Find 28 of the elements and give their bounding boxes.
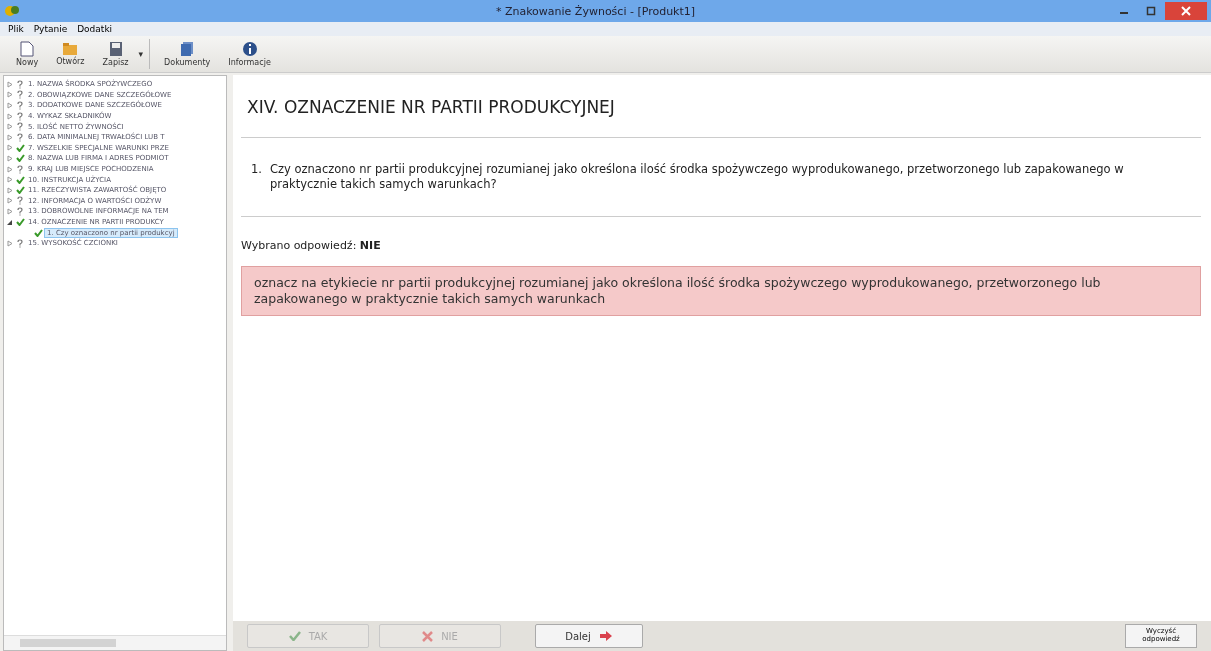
app-icon <box>4 3 20 19</box>
toolbar-button[interactable]: Otwórz <box>48 40 93 68</box>
menu-item[interactable]: Dodatki <box>77 24 113 34</box>
close-icon <box>1181 6 1191 16</box>
section-title: XIV. OZNACZENIE NR PARTII PRODUKCYJNEJ <box>247 97 616 117</box>
question-number: 1. <box>251 162 262 178</box>
folder-icon <box>62 42 79 56</box>
menu-item[interactable]: Plik <box>8 24 24 34</box>
selected-answer: Wybrano odpowiedź: NIE <box>241 238 382 252</box>
toolbar-button[interactable]: Zapisz <box>94 39 137 69</box>
next-button[interactable]: Dalej <box>535 624 643 648</box>
recommendation-box: oznacz na etykiecie nr partii produkcyjnej rozumianej jako określona ilość środka spożywczego wyprodukowanego, przetworzonego lub zapakowanego w praktycznie takich samych warunkach <box>241 265 1201 317</box>
check-icon <box>288 631 301 641</box>
cross-icon <box>422 630 434 642</box>
arrow-right-icon <box>598 630 613 642</box>
question-text: Czy oznaczono nr partii produkcyjnej rozumianej jako określona ilość środka spożywczego wyprodukowanego, przetworzonego lub zapakowanego w praktycznie takich samych warunkach? <box>270 162 1125 192</box>
horizontal-scrollbar[interactable] <box>4 635 226 650</box>
toolbar-button[interactable]: Dokumenty <box>156 39 219 69</box>
toolbar-button[interactable]: Informacje <box>220 39 279 69</box>
documents-icon <box>180 41 195 57</box>
toolbar-button[interactable]: Nowy <box>8 39 47 69</box>
window-title: * Znakowanie Żywności - [Produkt1] <box>494 4 696 18</box>
info-icon <box>241 41 258 57</box>
dropdown-arrow[interactable]: ▾ <box>138 49 144 59</box>
close-button[interactable] <box>1165 2 1207 20</box>
maximize-icon <box>1146 6 1156 16</box>
menu-item[interactable]: Pytanie <box>33 24 68 34</box>
page-icon <box>20 41 35 57</box>
